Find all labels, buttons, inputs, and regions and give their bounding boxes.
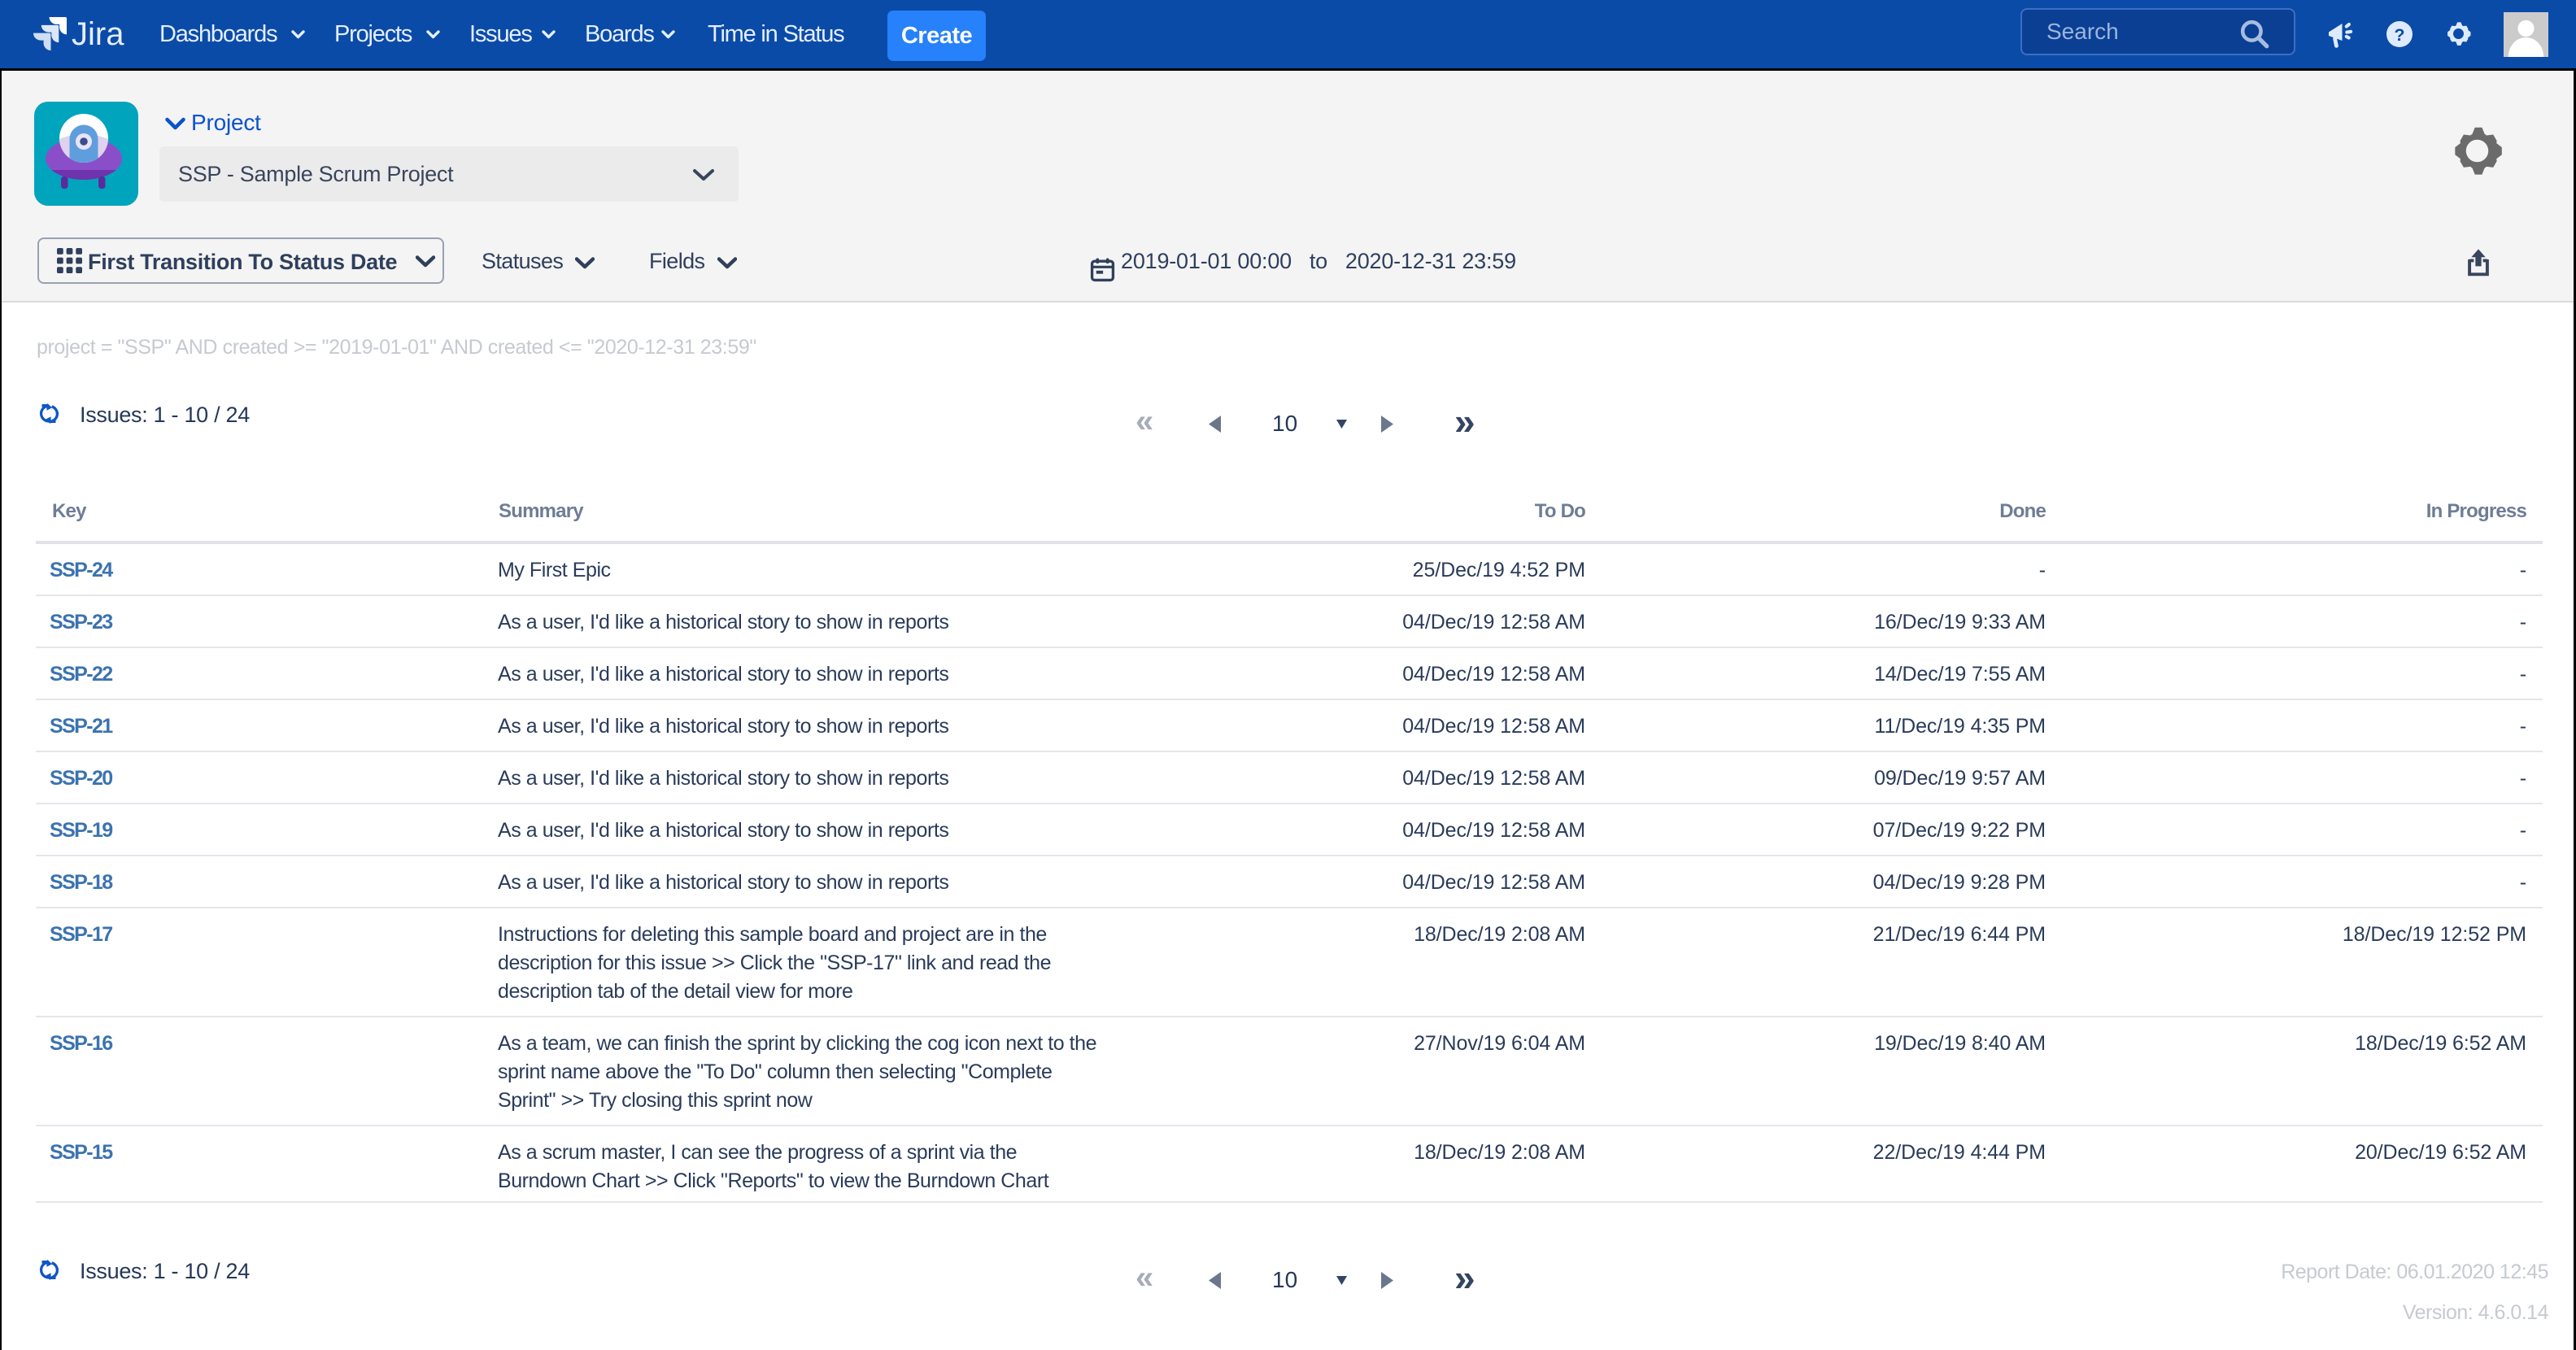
svg-text:?: ? (2394, 25, 2404, 45)
